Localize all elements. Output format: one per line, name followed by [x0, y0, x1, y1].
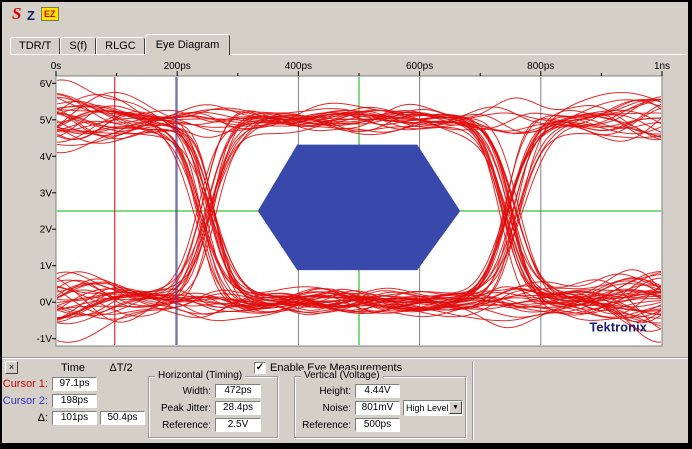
cursor2-label: Cursor 2:: [2, 395, 48, 407]
noise-level-selected: High Level: [406, 403, 449, 413]
svg-text:400ps: 400ps: [285, 61, 312, 72]
horizontal-timing-group: Horizontal (Timing) Width: 472ps Peak Ji…: [148, 376, 278, 438]
eye-diagram-panel: 0s 200ps 400ps 600ps 800ps 1ns 6V 5V 4V 3V 2V 1V 0V -…: [10, 54, 686, 357]
column-header-dt2: ΔT/2: [98, 362, 144, 374]
horizontal-timing-title: Horizontal (Timing): [155, 370, 245, 381]
svg-text:3V: 3V: [40, 188, 53, 199]
tab-rlgc[interactable]: RLGC: [96, 37, 145, 55]
svg-text:5V: 5V: [40, 115, 53, 126]
svg-text:6V: 6V: [40, 79, 53, 90]
column-header-time: Time: [50, 362, 96, 374]
svg-text:600ps: 600ps: [406, 61, 433, 72]
tab-tdr-t[interactable]: TDR/T: [10, 37, 60, 55]
svg-text:4V: 4V: [40, 152, 53, 163]
noise-label: Noise:: [297, 403, 351, 414]
horizontal-reference-value[interactable]: 2.5V: [215, 418, 261, 432]
vertical-reference-value[interactable]: 500ps: [355, 418, 400, 432]
svg-text:-1V: -1V: [36, 334, 52, 345]
horizontal-reference-label: Reference:: [151, 420, 211, 431]
svg-text:1V: 1V: [40, 261, 53, 272]
noise-level-select[interactable]: High Level ▼: [403, 400, 463, 416]
measurement-panel: × Time ΔT/2 Cursor 1: 97.1ps Cursor 2: 1…: [2, 357, 688, 443]
tab-eye-diagram[interactable]: Eye Diagram: [145, 34, 231, 55]
width-label: Width:: [151, 386, 211, 397]
enable-eye-measurements-checkbox[interactable]: ✓: [254, 362, 266, 374]
tektronix-watermark: Tektronix: [589, 319, 647, 334]
tab-sf[interactable]: S(f): [60, 37, 96, 55]
app-window: S Z EZ TDR/T S(f) RLGC Eye Diagram 0s 200…: [2, 2, 688, 443]
delta-time-value: 101ps: [52, 411, 97, 425]
chevron-down-icon[interactable]: ▼: [449, 401, 462, 414]
height-value: 4.44V: [355, 384, 400, 398]
svg-text:0s: 0s: [51, 61, 62, 72]
eye-diagram-plot[interactable]: 0s 200ps 400ps 600ps 800ps 1ns 6V 5V 4V 3V 2V 1V 0V -…: [10, 55, 686, 357]
vertical-voltage-title: Vertical (Voltage): [301, 370, 383, 381]
noise-value: 801mV: [355, 401, 400, 415]
peak-jitter-value: 28.4ps: [215, 401, 261, 415]
logo-s-icon: S: [12, 4, 21, 24]
svg-text:200ps: 200ps: [164, 61, 191, 72]
tab-bar: TDR/T S(f) RLGC Eye Diagram: [10, 33, 230, 55]
logo-ez-icon: EZ: [41, 7, 59, 21]
cursor1-label: Cursor 1:: [2, 378, 48, 390]
svg-text:1ns: 1ns: [654, 61, 670, 72]
close-panel-button[interactable]: ×: [5, 361, 18, 374]
svg-text:800ps: 800ps: [527, 61, 554, 72]
delta-label: Δ:: [2, 412, 48, 424]
vertical-voltage-group: Vertical (Voltage) Height: 4.44V Noise: …: [294, 376, 466, 438]
vertical-reference-label: Reference:: [297, 420, 351, 431]
peak-jitter-label: Peak Jitter:: [151, 403, 211, 414]
width-value: 472ps: [215, 384, 261, 398]
svg-text:0V: 0V: [40, 298, 53, 309]
panel-divider: [472, 361, 474, 440]
delta-dt2-value: 50.4ps: [100, 411, 145, 425]
logo-z-icon: Z: [27, 8, 35, 23]
svg-text:2V: 2V: [40, 225, 53, 236]
cursor1-value-field[interactable]: 97.1ps: [52, 377, 97, 391]
cursor2-value-field[interactable]: 198ps: [52, 394, 97, 408]
height-label: Height:: [297, 386, 351, 397]
